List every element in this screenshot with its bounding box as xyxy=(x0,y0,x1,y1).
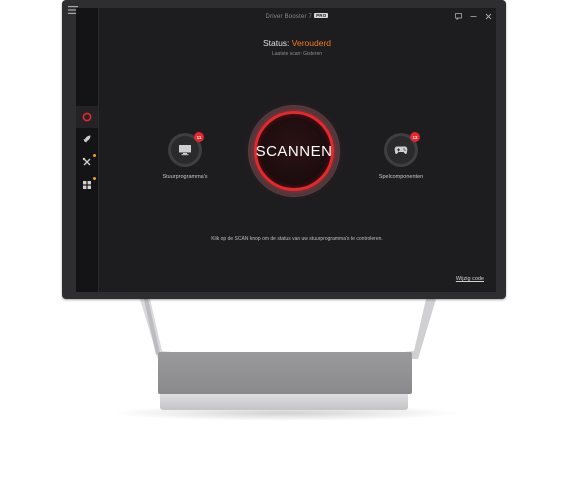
sidebar xyxy=(76,8,99,292)
app-window: Driver Booster 7 PRO Status: Verouderd L… xyxy=(76,8,496,292)
monitor-base xyxy=(158,352,412,394)
sidebar-item-apps[interactable] xyxy=(76,174,98,196)
enter-code-link[interactable]: Wijzig code xyxy=(456,276,484,282)
tools-icon xyxy=(82,157,91,166)
title-bar: Driver Booster 7 PRO xyxy=(98,8,496,26)
status-line: Status: Verouderd xyxy=(98,38,496,48)
app-title: Driver Booster 7 PRO xyxy=(98,13,496,20)
message-icon xyxy=(454,12,462,20)
sidebar-item-scan[interactable] xyxy=(76,106,98,128)
rocket-icon xyxy=(83,135,91,143)
feedback-button[interactable] xyxy=(454,12,462,20)
last-scan-text: Laatste scan: Gisteren xyxy=(271,51,323,57)
gamepad-icon xyxy=(394,146,408,154)
monitor-icon xyxy=(179,145,191,156)
pro-badge: PRO xyxy=(314,13,329,18)
apps-grid-icon xyxy=(83,181,91,189)
minimize-icon xyxy=(470,15,476,17)
notification-dot xyxy=(93,154,96,157)
scan-hint: Klik op de SCAN knop om de status van uw… xyxy=(211,236,383,242)
drivers-label: Stuurprogramma's xyxy=(162,174,208,180)
window-controls xyxy=(454,12,492,20)
sidebar-item-boost[interactable] xyxy=(76,128,98,150)
scan-button[interactable]: SCANNEN xyxy=(254,111,334,191)
game-count-badge: 12 xyxy=(410,132,420,142)
status-label: Status: xyxy=(262,38,290,48)
minimize-button[interactable] xyxy=(469,12,477,20)
close-icon xyxy=(485,13,491,19)
drivers-component[interactable]: 11 xyxy=(168,132,204,167)
drivers-count-badge: 11 xyxy=(194,132,204,142)
sidebar-item-tools[interactable] xyxy=(76,151,98,173)
monitor-base-front xyxy=(160,394,408,410)
app-title-text: Driver Booster 7 xyxy=(265,14,313,20)
game-components-label: Spelcomponenten xyxy=(378,174,424,180)
status-value: Verouderd xyxy=(291,38,332,48)
close-button[interactable] xyxy=(484,12,492,20)
notification-dot xyxy=(93,177,96,180)
scan-target-icon xyxy=(82,112,92,122)
game-components[interactable]: 12 xyxy=(384,132,420,167)
